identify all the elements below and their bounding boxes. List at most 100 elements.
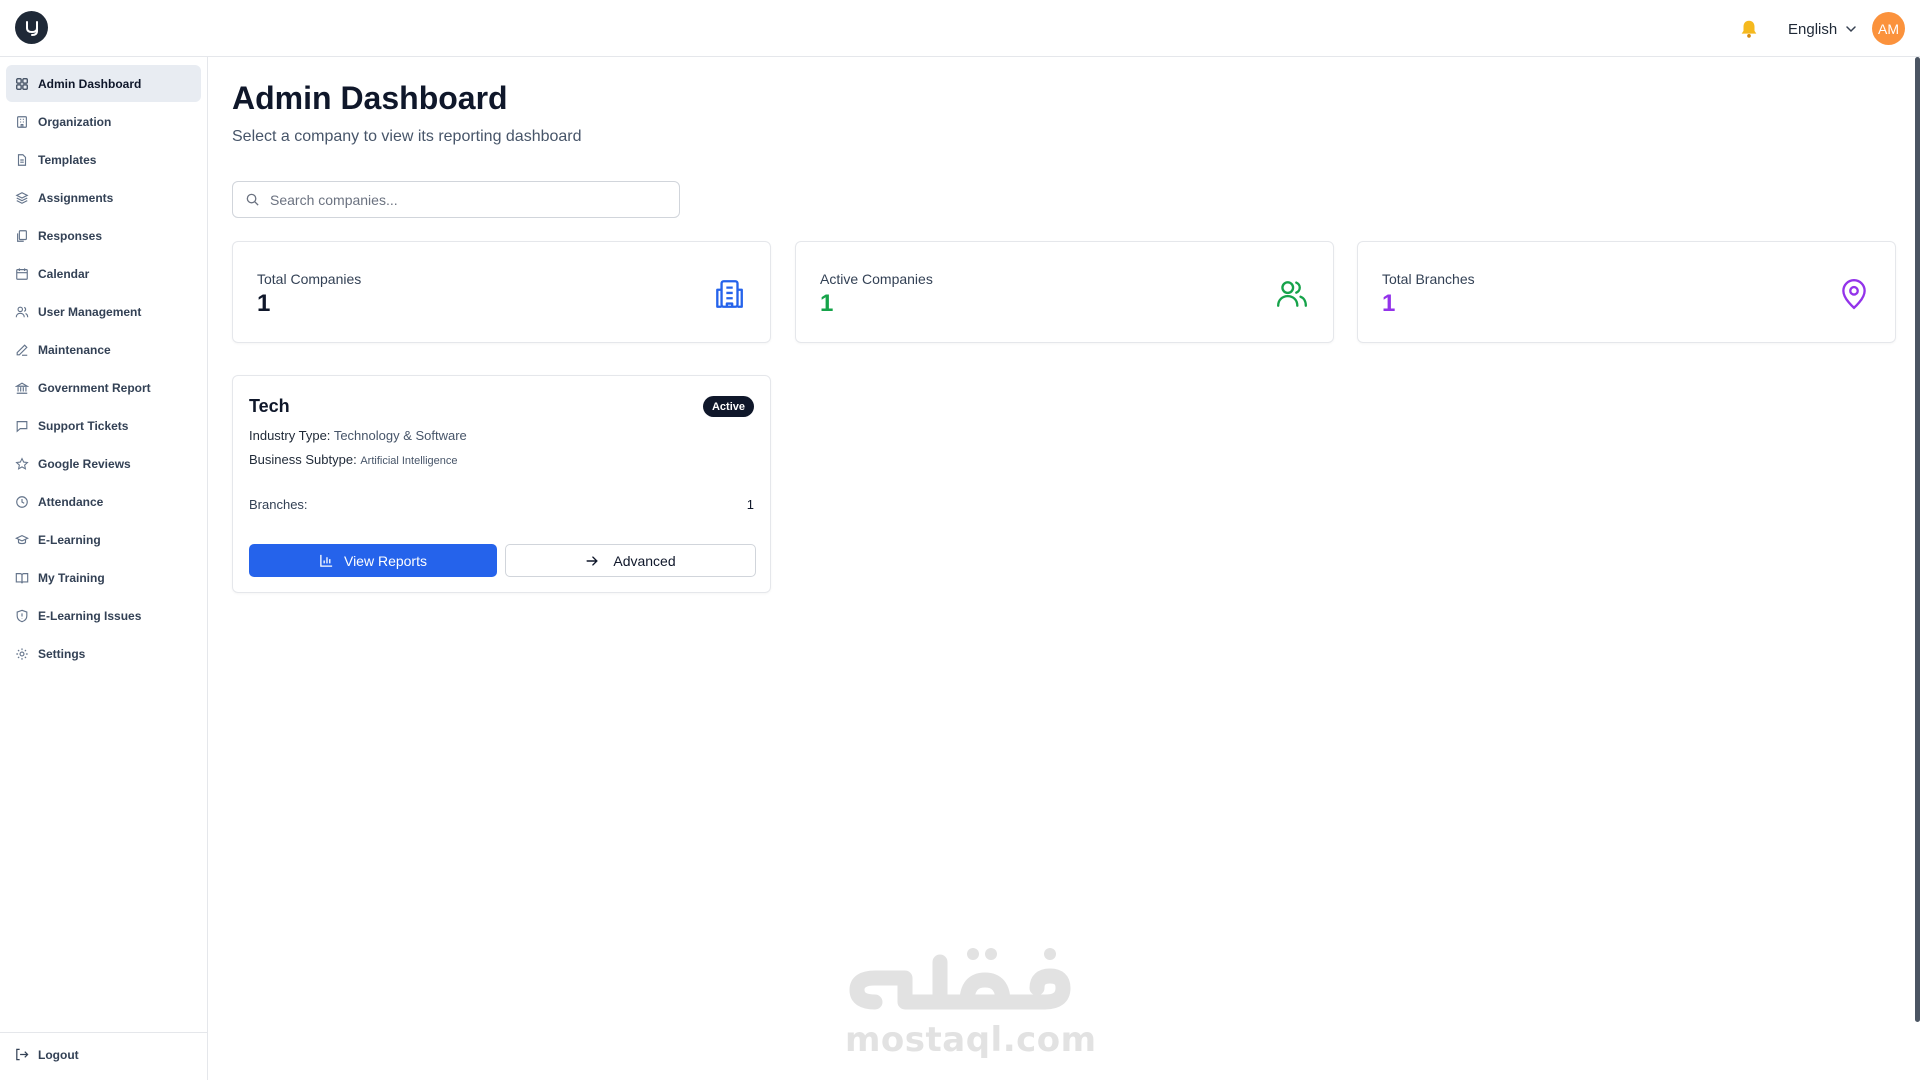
sidebar-item-label: Templates [38,152,97,167]
bar-chart-icon [320,554,333,567]
book-open-icon [15,572,29,583]
shield-alert-icon [16,609,28,622]
sidebar-item-label: Settings [38,646,86,661]
sidebar-item-label: Responses [38,228,103,243]
gear-icon [16,647,28,660]
stat-value: 1 [820,290,834,317]
language-selector[interactable]: English [1788,18,1857,40]
map-pin-icon [1842,279,1866,310]
stat-label: Total Companies [257,271,362,287]
sidebar-footer: Logout [0,1032,207,1080]
stat-card-total-companies: Total Companies 1 [232,241,771,343]
layers-icon [15,191,29,204]
status-badge: Active [702,396,754,417]
sidebar-item-attendance[interactable]: Attendance [6,483,201,520]
sidebar-item-label: Assignments [38,190,114,205]
message-icon [16,420,28,432]
sidebar-item-user-management[interactable]: User Management [6,293,201,330]
branches-row: Branches: 1 [249,497,754,512]
watermark-arabic-logo [849,948,1071,1010]
sidebar-nav: Admin Dashboard Organization Templates A… [6,65,201,673]
search-icon [246,193,259,206]
sidebar-item-label: Support Tickets [38,418,129,433]
sidebar-item-label: Admin Dashboard [38,76,142,91]
industry-value: Technology & Software [333,428,467,443]
calendar-icon [16,267,28,280]
building-icon [716,280,743,308]
pen-icon [16,343,28,356]
chevron-down-icon [1846,26,1856,33]
sidebar-item-label: Google Reviews [38,456,131,471]
bell-icon[interactable] [1738,18,1760,40]
sidebar-item-organization[interactable]: Organization [6,103,201,140]
stat-card-active-companies: Active Companies 1 [795,241,1334,343]
sidebar-item-maintenance[interactable]: Maintenance [6,331,201,368]
avatar-initials: AM [1878,20,1899,37]
advanced-label: Advanced [613,552,676,569]
grid-icon [16,77,28,90]
company-card[interactable]: Tech Active Industry Type: Technology & … [232,375,771,593]
search-box[interactable] [232,181,680,218]
sidebar-item-my-training[interactable]: My Training [6,559,201,596]
sidebar-item-assignments[interactable]: Assignments [6,179,201,216]
graduation-cap-icon [15,534,29,544]
star-icon [15,456,29,470]
avatar[interactable]: AM [1872,12,1905,45]
subtype-value: Artificial Intelligence [360,455,458,467]
landmark-icon [15,382,29,394]
logo-y-icon [25,20,38,36]
company-name: Tech [249,396,290,416]
search-input[interactable] [270,191,650,208]
sidebar-item-support-tickets[interactable]: Support Tickets [6,407,201,444]
clock-icon [16,495,28,508]
sidebar-item-label: My Training [38,570,105,585]
sidebar-item-label: Maintenance [38,342,111,357]
watermark-text: mostaql.com [845,1020,1097,1060]
sidebar-item-label: Organization [38,114,112,129]
sidebar-item-admin-dashboard[interactable]: Admin Dashboard [6,65,201,102]
branches-count: 1 [746,497,754,512]
sidebar-item-e-learning-issues[interactable]: E-Learning Issues [6,597,201,634]
file-text-icon [17,153,27,166]
sidebar-item-label: E-Learning [38,532,101,547]
building-icon [17,115,27,128]
stat-card-total-branches: Total Branches 1 [1357,241,1896,343]
subtype-label: Business Subtype: [249,452,357,467]
stat-value: 1 [257,290,271,317]
log-out-icon [16,1048,29,1061]
view-reports-label: View Reports [343,552,427,569]
logout-label: Logout [38,1047,79,1062]
scrollbar[interactable] [1915,57,1920,1022]
app-logo[interactable] [15,11,48,44]
language-label: English [1788,20,1838,38]
advanced-button[interactable]: Advanced [505,544,756,577]
sidebar-item-e-learning[interactable]: E-Learning [6,521,201,558]
stat-value: 1 [1382,290,1396,317]
users-icon [15,306,29,317]
sidebar-item-templates[interactable]: Templates [6,141,201,178]
stat-label: Active Companies [820,271,933,287]
sidebar-item-label: E-Learning Issues [38,608,142,623]
sidebar: Admin Dashboard Organization Templates A… [0,57,208,1080]
top-bar: English AM [0,0,1920,57]
watermark: mostaql.com [845,940,1097,1060]
logout-button[interactable]: Logout [14,1047,79,1062]
branches-label: Branches: [249,497,308,512]
arrow-right-icon [586,555,599,566]
sidebar-item-government-report[interactable]: Government Report [6,369,201,406]
page-title: Admin Dashboard [232,80,508,116]
files-icon [17,229,27,242]
view-reports-button[interactable]: View Reports [249,544,497,577]
stat-label: Total Branches [1382,271,1475,287]
sidebar-item-responses[interactable]: Responses [6,217,201,254]
sidebar-item-label: Attendance [38,494,104,509]
sidebar-item-calendar[interactable]: Calendar [6,255,201,292]
sidebar-item-label: User Management [38,304,142,319]
page-subtitle: Select a company to view its reporting d… [232,128,582,145]
industry-label: Industry Type: [249,428,331,443]
subtype-row: Business Subtype: Artificial Intelligenc… [249,452,458,467]
sidebar-item-google-reviews[interactable]: Google Reviews [6,445,201,482]
sidebar-item-settings[interactable]: Settings [6,635,201,672]
sidebar-item-label: Calendar [38,266,90,281]
sidebar-item-label: Government Report [38,380,151,395]
